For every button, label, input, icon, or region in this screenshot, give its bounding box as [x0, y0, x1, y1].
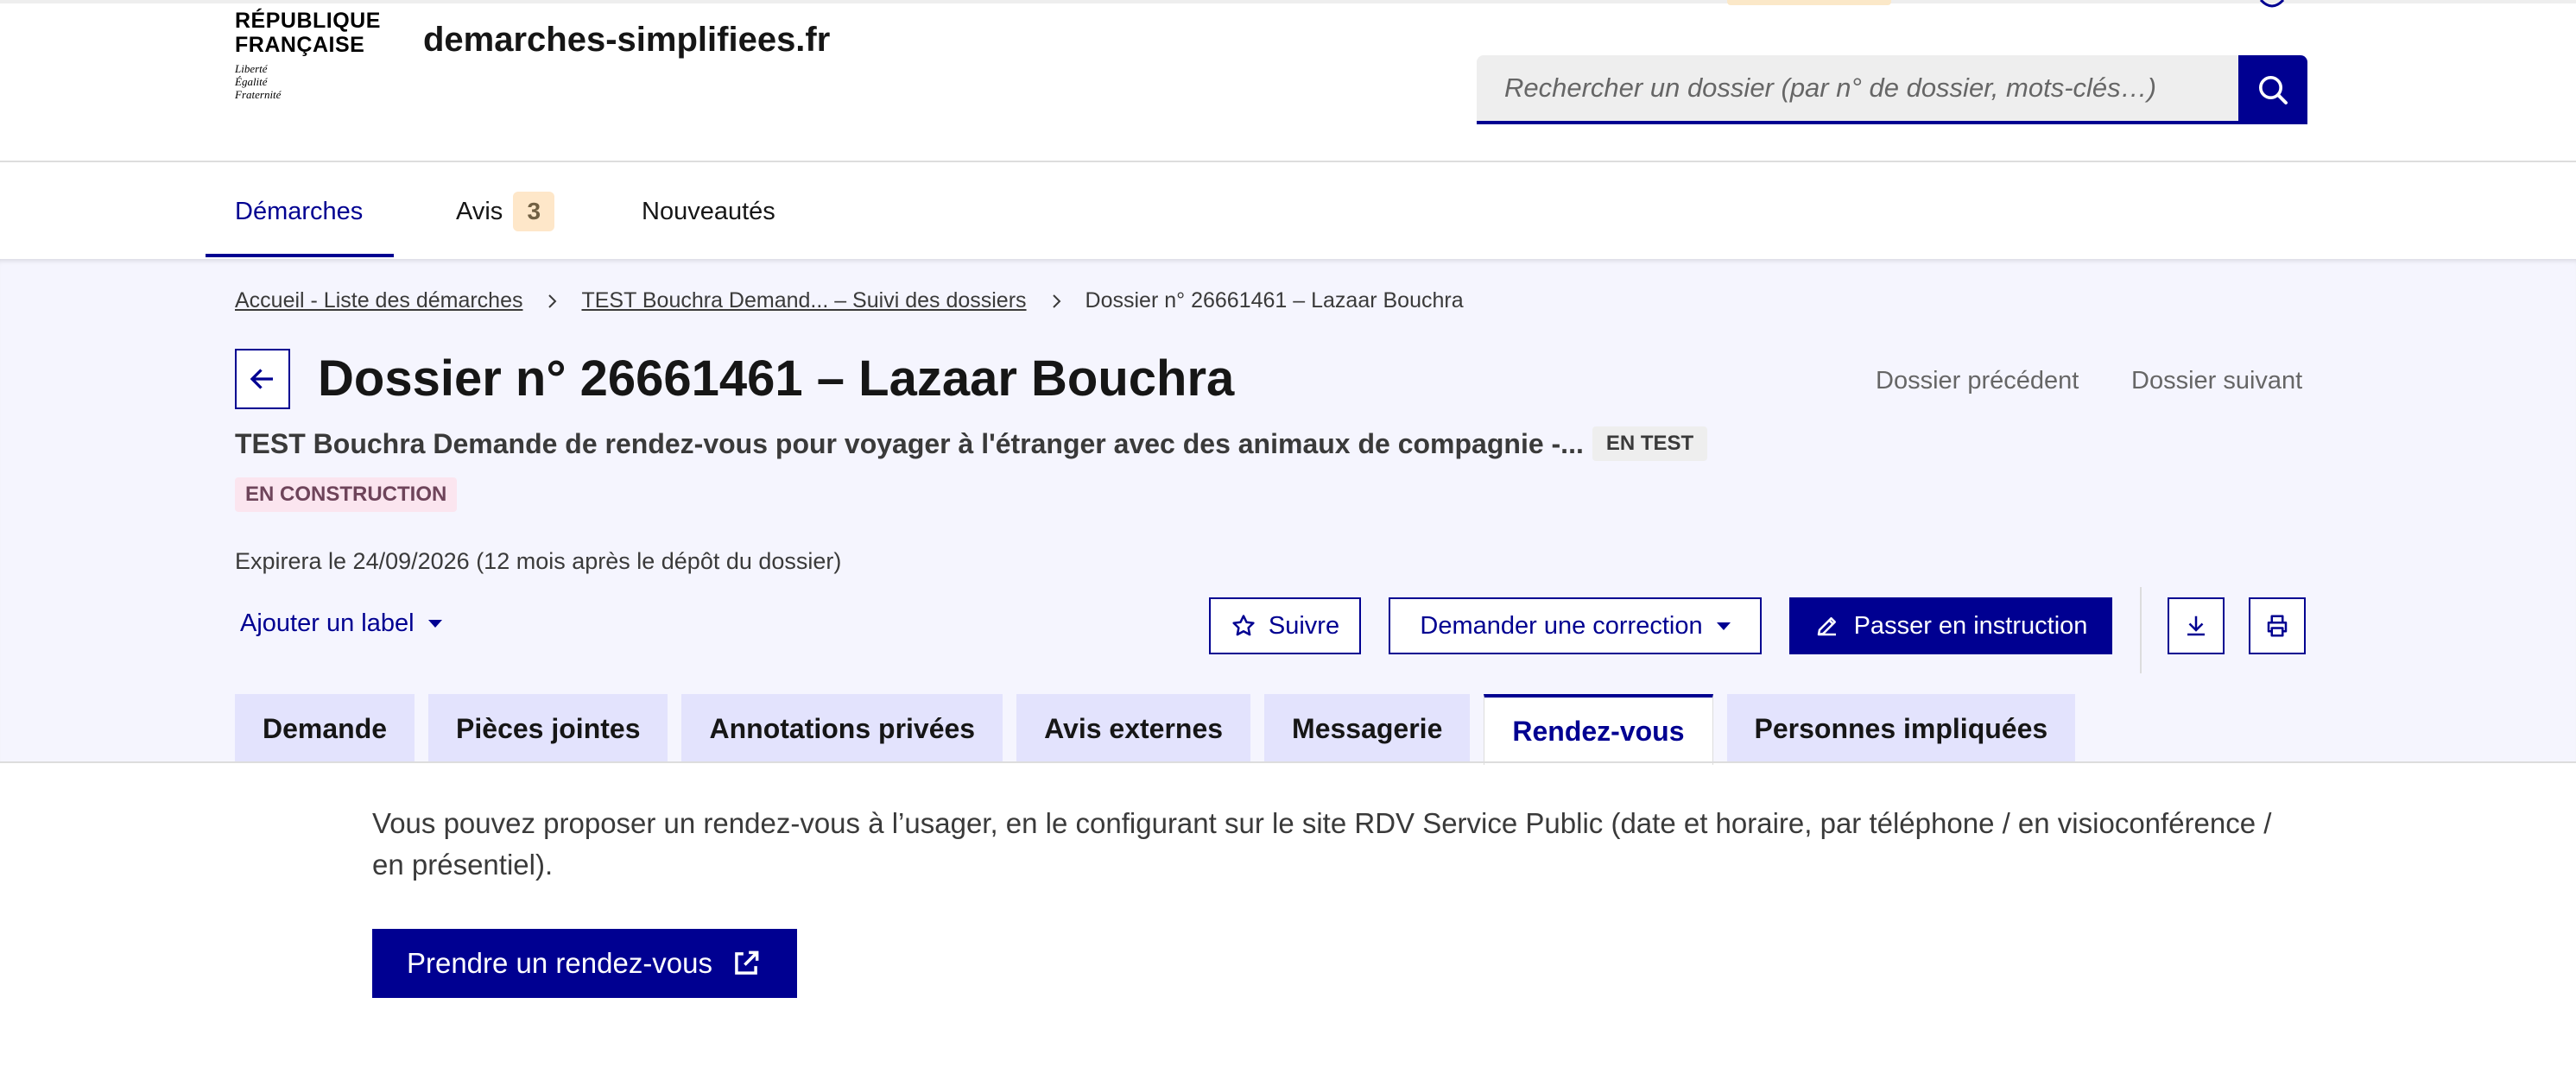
- notice-peek: [1727, 0, 1891, 5]
- devise-fraternite: Fraternité: [235, 88, 282, 101]
- site-name[interactable]: demarches-simplifiees.fr: [423, 21, 830, 60]
- breadcrumb-link-procedure[interactable]: TEST Bouchra Demand... – Suivi des dossi…: [581, 288, 1026, 313]
- arrow-left-icon: [250, 369, 273, 389]
- caret-down-icon: [1716, 622, 1731, 630]
- expiry-notice: Expirera le 24/09/2026 (12 mois après le…: [235, 548, 842, 574]
- chevron-right-icon: [1046, 291, 1066, 312]
- printer-icon: [2267, 615, 2288, 637]
- site-header: RÉPUBLIQUE FRANÇAISE Liberté Égalité Fra…: [0, 3, 2576, 162]
- follow-label: Suivre: [1268, 611, 1340, 640]
- request-correction-button[interactable]: Demander une correction: [1389, 597, 1762, 654]
- start-instruction-label: Passer en instruction: [1853, 611, 2088, 640]
- tab-annotations-privees[interactable]: Annotations privées: [681, 694, 1003, 763]
- nav-item-label: Démarches: [235, 197, 364, 225]
- active-nav-indicator: [206, 254, 394, 257]
- add-label-text: Ajouter un label: [240, 609, 415, 637]
- pencil-icon: [1817, 617, 1836, 636]
- external-link-icon: [735, 950, 759, 975]
- nav-item-nouveautes[interactable]: Nouveautés: [642, 164, 775, 259]
- devise: Liberté Égalité Fraternité: [235, 62, 381, 101]
- devise-liberte: Liberté: [235, 62, 268, 75]
- avis-count-badge: 3: [513, 192, 555, 231]
- breadcrumb: Accueil - Liste des démarches TEST Bouch…: [235, 288, 1464, 313]
- back-button[interactable]: [235, 349, 290, 409]
- procedure-title: TEST Bouchra Demande de rendez-vous pour…: [235, 426, 1708, 461]
- page-title: Dossier n° 26661461 – Lazaar Bouchra: [318, 350, 1235, 407]
- nav-item-demarches[interactable]: Démarches: [235, 164, 363, 259]
- follow-button[interactable]: Suivre: [1209, 597, 1361, 654]
- tab-personnes-impliquees[interactable]: Personnes impliquées: [1726, 694, 2076, 763]
- star-icon: [1232, 615, 1255, 636]
- main-navigation: Démarches Avis 3 Nouveautés: [0, 164, 2576, 259]
- download-icon: [2187, 616, 2205, 636]
- tab-messagerie[interactable]: Messagerie: [1264, 694, 1471, 763]
- tab-rendez-vous[interactable]: Rendez-vous: [1484, 694, 1713, 765]
- chevron-right-icon: [541, 291, 562, 312]
- tab-pieces-jointes[interactable]: Pièces jointes: [428, 694, 668, 763]
- download-button[interactable]: [2168, 597, 2225, 654]
- status-badge: EN CONSTRUCTION: [235, 477, 458, 512]
- tabs-bottom-border: [0, 761, 2576, 763]
- caret-down-icon: [427, 620, 442, 628]
- dossier-tabs: Demande Pièces jointes Annotations privé…: [235, 694, 2089, 765]
- procedure-name: TEST Bouchra Demande de rendez-vous pour…: [235, 427, 1584, 459]
- nav-item-label: Nouveautés: [642, 197, 775, 225]
- search-input[interactable]: [1477, 55, 2238, 124]
- add-label-dropdown[interactable]: Ajouter un label: [240, 609, 442, 638]
- logo-line-2: FRANÇAISE: [235, 33, 365, 57]
- test-badge: EN TEST: [1592, 426, 1708, 461]
- logo-line-1: RÉPUBLIQUE: [235, 9, 381, 33]
- search-bar: [1477, 55, 2307, 124]
- previous-dossier-link[interactable]: Dossier précédent: [1876, 367, 2079, 395]
- print-button[interactable]: [2249, 597, 2306, 654]
- take-appointment-label: Prendre un rendez-vous: [406, 947, 713, 979]
- rdv-description: Vous pouvez proposer un rendez-vous à l’…: [372, 807, 2272, 881]
- tab-avis-externes[interactable]: Avis externes: [1016, 694, 1251, 763]
- account-icon[interactable]: [2257, 0, 2287, 9]
- start-instruction-button[interactable]: Passer en instruction: [1789, 597, 2112, 654]
- next-dossier-link[interactable]: Dossier suivant: [2131, 367, 2302, 395]
- search-button[interactable]: [2238, 55, 2307, 124]
- devise-egalite: Égalité: [235, 75, 268, 88]
- nav-item-avis[interactable]: Avis 3: [456, 164, 555, 259]
- nav-item-label: Avis: [456, 197, 503, 225]
- breadcrumb-current: Dossier n° 26661461 – Lazaar Bouchra: [1085, 288, 1464, 313]
- request-correction-label: Demander une correction: [1420, 611, 1703, 640]
- breadcrumb-link-home[interactable]: Accueil - Liste des démarches: [235, 288, 522, 313]
- action-separator: [2140, 587, 2142, 673]
- search-icon: [2259, 76, 2288, 104]
- republique-francaise-logo[interactable]: RÉPUBLIQUE FRANÇAISE Liberté Égalité Fra…: [235, 9, 381, 101]
- tab-demande[interactable]: Demande: [235, 694, 415, 763]
- take-appointment-button[interactable]: Prendre un rendez-vous: [372, 929, 797, 998]
